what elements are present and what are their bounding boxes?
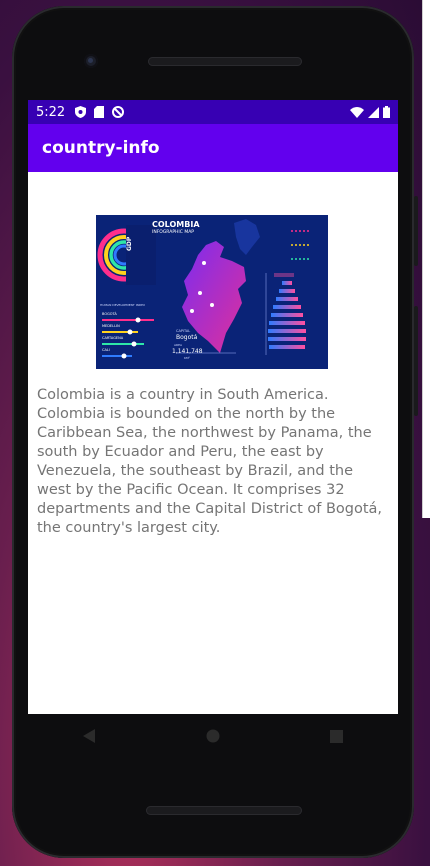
app-screen: 5:22 country-info COLOMBIA INFOGRAPHIC M… bbox=[28, 100, 398, 714]
bottom-speaker bbox=[146, 806, 302, 815]
app-bar: country-info bbox=[28, 124, 398, 172]
recents-icon bbox=[329, 729, 343, 743]
app-title: country-info bbox=[42, 138, 160, 158]
infographic-title: COLOMBIA bbox=[152, 220, 200, 229]
back-button[interactable] bbox=[70, 716, 110, 756]
status-time: 5:22 bbox=[36, 104, 66, 120]
capital-name: Bogotá bbox=[176, 334, 198, 341]
city-bars-title: HUMAN DEVELOPMENT INDEX bbox=[100, 303, 146, 307]
colombia-infographic-image: COLOMBIA INFOGRAPHIC MAP GDP HUMAN DEVEL… bbox=[96, 215, 328, 369]
status-right-icons bbox=[350, 106, 390, 118]
do-not-disturb-icon bbox=[112, 106, 125, 118]
area-value: 1,141,748 bbox=[172, 348, 203, 355]
navigation-bar bbox=[28, 714, 398, 758]
city-label-cartagena: CARTAGENA bbox=[102, 336, 124, 340]
power-button bbox=[414, 196, 418, 266]
recents-button[interactable] bbox=[316, 716, 356, 756]
area-unit: KM² bbox=[184, 356, 190, 360]
wifi-icon bbox=[350, 106, 364, 118]
country-description: Colombia is a country in South America. … bbox=[37, 387, 383, 536]
gdp-label: GDP bbox=[126, 236, 133, 251]
status-bar: 5:22 bbox=[28, 100, 398, 124]
area-label: AREA bbox=[174, 343, 183, 347]
capital-label: CAPITAL bbox=[176, 329, 191, 333]
city-label-bogota: BOGOTÁ bbox=[102, 312, 117, 316]
battery-icon bbox=[383, 106, 390, 118]
sim-card-icon bbox=[94, 106, 105, 118]
signal-icon bbox=[368, 106, 379, 118]
home-button[interactable] bbox=[193, 716, 233, 756]
front-camera bbox=[84, 54, 98, 68]
home-icon bbox=[206, 729, 220, 743]
shield-icon bbox=[75, 106, 87, 118]
background-window-edge bbox=[422, 0, 430, 518]
status-left-icons bbox=[75, 106, 125, 118]
volume-button bbox=[414, 306, 418, 416]
city-label-medellin: MEDELLIN bbox=[102, 324, 120, 328]
top-speaker bbox=[148, 57, 302, 66]
infographic-subtitle: INFOGRAPHIC MAP bbox=[152, 230, 195, 235]
city-label-cali: CALI bbox=[102, 348, 110, 352]
back-icon bbox=[82, 729, 95, 743]
